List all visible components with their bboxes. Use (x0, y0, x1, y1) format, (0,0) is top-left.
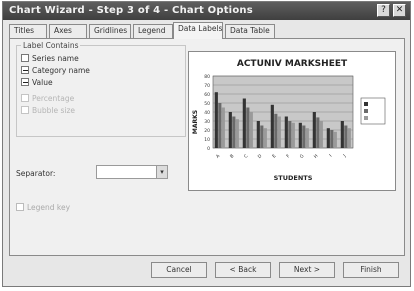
percentage-label: Percentage (32, 94, 75, 103)
chart-bar (228, 112, 232, 148)
chart-bar (246, 107, 250, 148)
series-name-label: Series name (32, 54, 79, 63)
y-tick-label: 20 (204, 128, 210, 134)
x-tick-label: E (271, 153, 277, 159)
y-tick-label: 30 (204, 119, 210, 125)
y-tick-label: 70 (204, 83, 210, 89)
chart-bar (305, 128, 309, 148)
y-tick-label: 80 (204, 74, 210, 80)
chart-bar (214, 92, 218, 148)
chart-bar (260, 125, 264, 148)
legend-key-option[interactable]: Legend key (16, 203, 70, 212)
y-tick-label: 10 (204, 137, 210, 143)
chart-bar (263, 128, 267, 148)
x-tick-label: I (328, 153, 333, 158)
legend-key-label: Legend key (27, 203, 71, 212)
chart-bar (291, 122, 295, 148)
tab-data-table[interactable]: Data Table (225, 24, 275, 38)
chart-bar (298, 122, 302, 148)
value-checkbox[interactable] (21, 78, 29, 86)
chart-bar (235, 119, 239, 148)
chart-preview: ACTUNIV MARKSHEET MARKS STUDENTS 0 10 20 30… (188, 51, 396, 191)
cancel-button[interactable]: Cancel (151, 262, 207, 278)
chart-bar (330, 130, 334, 148)
chart-bar (232, 116, 236, 148)
value-label: Value (32, 78, 53, 87)
x-tick-label: H (313, 153, 320, 160)
x-tick-label: G (299, 153, 306, 160)
chart-svg: ACTUNIV MARKSHEET MARKS STUDENTS 0 10 20 30… (192, 59, 386, 182)
bubble-size-option[interactable]: Bubble size (21, 106, 75, 117)
series-name-option[interactable]: Series name (21, 54, 79, 65)
bubble-size-checkbox[interactable] (21, 106, 29, 114)
legend-swatch (364, 102, 368, 106)
chart-bar (344, 125, 348, 148)
chart-bar (288, 121, 292, 148)
chart-bar (270, 104, 274, 148)
chart-bar (333, 131, 337, 148)
tab-gridlines[interactable]: Gridlines (89, 24, 131, 38)
x-tick-label: D (257, 153, 264, 160)
x-tick-label: J (342, 153, 348, 159)
separator-label: Separator: (16, 169, 56, 178)
category-name-checkbox[interactable] (21, 66, 29, 74)
x-axis-title: STUDENTS (274, 174, 313, 182)
chart-bar (319, 121, 323, 148)
tab-legend[interactable]: Legend (133, 24, 173, 38)
chart-bar (221, 107, 225, 148)
x-tick-label: C (243, 153, 249, 159)
series-name-checkbox[interactable] (21, 54, 29, 62)
bubble-size-label: Bubble size (32, 106, 76, 115)
window-title: Chart Wizard - Step 3 of 4 - Chart Optio… (9, 5, 253, 16)
y-tick-label: 60 (204, 92, 210, 98)
y-axis-title: MARKS (192, 110, 199, 134)
back-button[interactable]: < Back (215, 262, 271, 278)
chart-bar (340, 121, 344, 148)
chart-bar (256, 121, 260, 148)
x-tick-label: A (215, 153, 222, 160)
chart-bar (242, 98, 246, 148)
tab-axes[interactable]: Axes (49, 24, 87, 38)
title-bar: Chart Wizard - Step 3 of 4 - Chart Optio… (3, 2, 410, 20)
chart-bar (326, 128, 330, 148)
options-panel: Label Contains Series name Category name… (9, 38, 405, 256)
chart-wizard-dialog: Chart Wizard - Step 3 of 4 - Chart Optio… (2, 1, 411, 287)
y-tick-label: 40 (204, 110, 210, 116)
percentage-checkbox[interactable] (21, 94, 29, 102)
help-button[interactable]: ? (377, 4, 390, 17)
category-name-option[interactable]: Category name (21, 66, 90, 77)
legend-key-checkbox[interactable] (16, 203, 24, 211)
y-tick-label: 0 (207, 146, 210, 152)
next-button[interactable]: Next > (279, 262, 335, 278)
x-tick-label: F (285, 153, 291, 159)
chart-bar (218, 103, 222, 148)
value-option[interactable]: Value (21, 78, 53, 89)
label-contains-title: Label Contains (21, 41, 81, 50)
separator-dropdown[interactable] (96, 165, 164, 179)
x-tick-label: B (229, 153, 235, 159)
chart-bar (284, 116, 288, 148)
percentage-option[interactable]: Percentage (21, 94, 74, 105)
chart-bar (277, 116, 281, 148)
chart-bar (302, 125, 306, 148)
legend-swatch (364, 109, 368, 113)
chevron-down-icon[interactable]: ▾ (156, 165, 168, 179)
legend-swatch (364, 116, 368, 120)
chart-bar (312, 112, 316, 148)
chart-bar (316, 117, 320, 148)
chart-bar (274, 113, 278, 148)
dialog-footer: Cancel < Back Next > Finish (3, 258, 410, 286)
tab-titles[interactable]: Titles (9, 24, 47, 38)
label-contains-group: Label Contains Series name Category name… (16, 41, 186, 137)
chart-bar (249, 112, 253, 148)
category-name-label: Category name (32, 66, 90, 75)
chart-title: ACTUNIV MARKSHEET (237, 59, 348, 69)
tab-data-labels[interactable]: Data Labels (173, 22, 223, 39)
chart-bar (347, 128, 351, 148)
close-button[interactable]: ✕ (393, 4, 406, 17)
y-tick-label: 50 (204, 101, 210, 107)
finish-button[interactable]: Finish (343, 262, 399, 278)
